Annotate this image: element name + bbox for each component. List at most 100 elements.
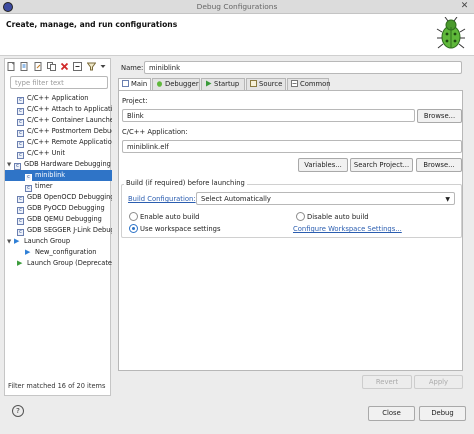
configure-workspace-settings-link[interactable]: Configure Workspace Settings... [293, 225, 402, 233]
launch-config-icon: c [17, 218, 24, 225]
config-tree: c C/C++ Application c C/C++ Attach to Appli… [5, 93, 112, 269]
tree-item[interactable]: cGDB SEGGER J-Link Debugging [5, 225, 112, 236]
new-config-icon[interactable] [7, 61, 16, 71]
tab-debugger[interactable]: Debugger [152, 78, 200, 90]
launch-config-icon: c [17, 229, 24, 236]
use-workspace-settings-radio[interactable] [129, 224, 138, 233]
tree-item[interactable]: c C/C++ Container Launcher [5, 115, 112, 126]
tree-item[interactable]: c C/C++ Remote Application [5, 137, 112, 148]
application-label: C/C++ Application: [122, 128, 188, 136]
chevron-down-icon[interactable] [100, 62, 106, 71]
tree-item[interactable]: ▶ New_configuration [5, 247, 112, 258]
source-icon [250, 80, 257, 87]
tree-item[interactable]: c GDB OpenOCD Debugging [5, 192, 112, 203]
tree-item-label: C/C++ Postmortem Debugger [27, 127, 112, 135]
tree-item[interactable]: cC/C++ Postmortem Debugger [5, 126, 112, 137]
search-project-button[interactable]: Search Project... [350, 158, 413, 172]
tab-source-label: Source [259, 80, 283, 88]
name-field[interactable]: miniblink [144, 61, 462, 74]
debugger-bug-icon [157, 81, 162, 87]
tree-item-label: C/C++ Remote Application [27, 138, 112, 146]
export-config-icon[interactable] [34, 61, 43, 71]
tab-common[interactable]: Common [287, 78, 331, 90]
filter-config-icon[interactable] [86, 62, 97, 71]
launch-config-icon: c [17, 130, 24, 137]
launch-config-icon: c [14, 163, 21, 170]
startup-play-icon [206, 80, 212, 87]
tree-item-label: timer [35, 182, 53, 190]
disable-auto-build-radio[interactable] [296, 212, 305, 221]
tree-item[interactable]: c GDB PyOCD Debugging [5, 203, 112, 214]
collapse-all-icon[interactable] [73, 61, 83, 71]
tree-item-label: C/C++ Container Launcher [27, 116, 112, 124]
launch-config-icon: c [17, 97, 24, 104]
launch-group-icon: ▶ [17, 259, 23, 267]
delete-config-icon[interactable] [60, 62, 69, 71]
tab-startup-label: Startup [214, 80, 240, 88]
build-configuration-select[interactable]: Select Automatically ▼ [196, 192, 455, 205]
window-titlebar: Debug Configurations ✕ [0, 0, 474, 14]
tree-item-label: C/C++ Application [27, 94, 89, 102]
dialog-header: Create, manage, and run configurations [0, 14, 474, 56]
config-toolbar [7, 61, 108, 73]
main-tab-icon [122, 80, 129, 87]
tab-debugger-label: Debugger [165, 80, 199, 88]
tab-common-label: Common [300, 80, 331, 88]
debug-button[interactable]: Debug [419, 406, 466, 421]
launch-config-icon: c [17, 207, 24, 214]
close-button[interactable]: Close [368, 406, 415, 421]
tab-main-label: Main [131, 80, 148, 88]
browse-application-button[interactable]: Browse... [416, 158, 462, 172]
build-group-title: Build (if required) before launching [124, 179, 247, 187]
tab-startup[interactable]: Startup [201, 78, 245, 90]
tree-item-label: GDB OpenOCD Debugging [27, 193, 112, 201]
tree-item-label: C/C++ Unit [27, 149, 65, 157]
duplicate-config-icon[interactable] [46, 61, 56, 71]
enable-auto-build-radio[interactable] [129, 212, 138, 221]
filter-input[interactable]: type filter text [10, 76, 108, 89]
project-label: Project: [122, 97, 148, 105]
tree-item[interactable]: c C/C++ Attach to Application [5, 104, 112, 115]
chevron-down-icon: ▼ [445, 196, 450, 203]
apply-button[interactable]: Apply [414, 375, 463, 389]
expand-arrow-icon[interactable]: ▼ [7, 237, 14, 247]
launch-config-icon: c [17, 196, 24, 203]
tree-item[interactable]: ▶ Launch Group (Deprecated) [5, 258, 112, 269]
launch-config-icon: c [17, 141, 24, 148]
close-window-icon[interactable]: ✕ [459, 1, 470, 12]
enable-auto-build-label: Enable auto build [140, 213, 200, 221]
tree-item[interactable]: c timer [5, 181, 112, 192]
new-prototype-icon[interactable] [20, 61, 29, 71]
application-field[interactable]: miniblink.elf [122, 140, 462, 153]
launch-config-icon: c [25, 185, 32, 192]
tree-item[interactable]: c GDB QEMU Debugging [5, 214, 112, 225]
tree-item-label: GDB QEMU Debugging [27, 215, 102, 223]
tree-item[interactable]: c miniblink [5, 170, 112, 181]
tree-item-label: C/C++ Attach to Application [27, 105, 112, 113]
filter-matched-status: Filter matched 16 of 20 items [8, 382, 106, 390]
variables-button[interactable]: Variables... [298, 158, 348, 172]
use-workspace-settings-label: Use workspace settings [140, 225, 221, 233]
project-field[interactable]: Blink [122, 109, 415, 122]
header-text: Create, manage, and run configurations [6, 20, 178, 29]
tree-item[interactable]: c C/C++ Unit [5, 148, 112, 159]
tree-item-label: Launch Group [24, 237, 71, 245]
tree-item[interactable]: ▼ ▶ Launch Group [5, 236, 112, 247]
browse-project-button[interactable]: Browse... [417, 109, 462, 123]
tree-item[interactable]: c C/C++ Application [5, 93, 112, 104]
launch-group-icon: ▶ [25, 248, 31, 256]
launch-config-icon: c [17, 119, 24, 126]
debug-bug-icon [436, 17, 466, 49]
expand-arrow-icon[interactable]: ▼ [7, 160, 14, 170]
build-configuration-value: Select Automatically [201, 195, 271, 203]
tab-source[interactable]: Source [246, 78, 286, 90]
tree-item-label: New_configuration [35, 248, 97, 256]
tree-item-label: GDB Hardware Debugging [24, 160, 111, 168]
revert-button[interactable]: Revert [362, 375, 412, 389]
tree-item[interactable]: ▼ c GDB Hardware Debugging [5, 159, 112, 170]
help-icon[interactable]: ? [12, 405, 24, 417]
launch-config-icon: c [17, 152, 24, 159]
name-label: Name: [121, 64, 144, 72]
launch-group-icon: ▶ [14, 237, 20, 245]
build-configuration-link[interactable]: Build Configuration: [128, 195, 196, 203]
